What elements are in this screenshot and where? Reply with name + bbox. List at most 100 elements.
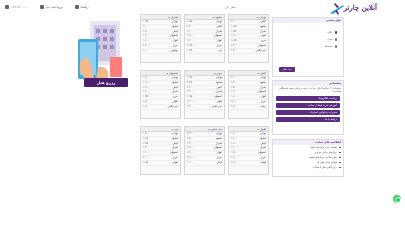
destination-city: اهواز bbox=[260, 95, 266, 99]
price-value: ۱،۶۰۰ bbox=[143, 39, 150, 43]
destination-city: تهران bbox=[216, 20, 222, 23]
price-value: ۱،۹۵۰ bbox=[143, 20, 150, 23]
price-value: ۱،۶۵۰ bbox=[187, 76, 194, 79]
radio-icon[interactable] bbox=[334, 45, 337, 48]
destination-city: شیراز bbox=[215, 141, 222, 145]
destination-city: تبریز bbox=[172, 43, 178, 47]
ticket-guide-button[interactable]: آموزش خرید بلیط از سایت bbox=[276, 102, 340, 108]
help-link[interactable]: راهنما bbox=[74, 5, 88, 9]
price-value: ۱،۹۰۰ bbox=[231, 90, 238, 94]
price-value: ۱،۷۵۰ bbox=[143, 136, 150, 140]
price-value: ۲،۱۰۰ bbox=[231, 20, 238, 23]
price-value: ۲،۱۰۰ bbox=[143, 24, 150, 28]
destination-city: اهواز bbox=[216, 39, 222, 43]
table-row[interactable]: ۲،۵۰۰ رشت bbox=[229, 105, 268, 110]
destination-city: تهران bbox=[172, 20, 178, 23]
table-row[interactable]: ۱،۱۰۰ کیش bbox=[185, 161, 224, 166]
price-value: ۱،۱۰۰ bbox=[143, 151, 150, 155]
destination-city: اصفهان bbox=[169, 34, 178, 38]
price-value: ۱،۹۵۰ bbox=[231, 29, 238, 33]
destination-city: شیراز bbox=[259, 85, 266, 89]
price-value: ۲،۴۰۰ bbox=[231, 80, 238, 84]
price-table: یزد به ۱،۵۰۰ تهران ۱،۷۵۰ مشهد ۱،۹۵۰ کیش ۱،۴۰۰ شی… bbox=[140, 126, 181, 175]
destination-city: شیراز bbox=[259, 146, 266, 150]
help-icon bbox=[74, 5, 79, 9]
destination-city: شیراز bbox=[171, 146, 178, 150]
poll-option[interactable]: عالی bbox=[273, 29, 343, 36]
destination-city: تبریز bbox=[260, 39, 266, 43]
destination-city: اصفهان bbox=[169, 151, 178, 155]
price-table: اهواز به ۱،۷۰۰ تهران ۲،۲۰۰ مشهد ۱،۸۰۰ کیش ۱،۶۰۰… bbox=[228, 126, 269, 175]
destination-city: مشهد bbox=[259, 136, 266, 140]
price-value: ۱،۸۵۰ bbox=[143, 160, 150, 164]
charter-price-tables: تهران به ۲،۱۰۰ کیش ۱،۸۵۰ مشهد ۱،۹۵۰ شیراز ۱،۷۰۰… bbox=[140, 14, 270, 180]
table-row[interactable]: ۱،۱۰۰ بوشهر bbox=[141, 49, 180, 54]
contact-button[interactable]: ارتباط با ما bbox=[276, 116, 340, 122]
site-logo[interactable]: آنلاین چارتر bbox=[329, 2, 377, 16]
payment-button[interactable]: پرداخت الکترونیک bbox=[276, 95, 340, 101]
destination-city: کیش bbox=[172, 85, 178, 89]
destination-city: اهواز bbox=[172, 39, 178, 43]
price-table: اصفهان به ۱،۴۰۰ تهران ۱،۹۰۰ مشهد ۱،۹۰۰ کیش ۱،۲۰… bbox=[140, 70, 181, 119]
price-value: ۱،۹۵۰ bbox=[187, 95, 194, 99]
price-value: ۱،۹۰۰ bbox=[143, 80, 150, 84]
table-row[interactable]: ۱،۸۵۰ اهواز bbox=[141, 161, 180, 166]
login-link[interactable]: ورود/ثبت نام bbox=[39, 5, 63, 9]
news-box: اطلاعیه های سایت تخفیف ویژه پروازهای کیش… bbox=[272, 139, 344, 177]
table-row[interactable]: ۲،۳۰۰ بندرعباس bbox=[229, 49, 268, 54]
radio-icon[interactable] bbox=[334, 31, 337, 34]
price-value: ۲،۲۰۰ bbox=[231, 136, 238, 140]
destination-city: تبریز bbox=[260, 99, 266, 103]
header-tagline: سفر کن bbox=[225, 5, 236, 9]
table-row[interactable]: ۲،۷۰۰ بندرعباس bbox=[185, 105, 224, 110]
price-table: بندرعباس به ۲،۳۰۰ تهران ۲،۵۰۰ مشهد ۱،۳۰۰ شیراز… bbox=[184, 126, 225, 175]
destination-city: شیراز bbox=[259, 29, 266, 33]
destination-city: مشهد bbox=[259, 80, 266, 84]
poll-submit-button[interactable]: ثبت نظر bbox=[279, 67, 295, 72]
price-value: ۱،۹۰۰ bbox=[143, 85, 150, 89]
phone-link[interactable]: ۰۲۱-۹۱۰۰۰۰ bbox=[5, 5, 28, 9]
price-value: ۲،۳۵۰ bbox=[187, 80, 194, 84]
price-value: ۱،۱۰۰ bbox=[187, 160, 194, 164]
price-value: ۱،۹۰۰ bbox=[187, 34, 194, 38]
price-value: ۱،۷۰۰ bbox=[231, 132, 238, 135]
price-value: ۱،۴۰۰ bbox=[143, 146, 150, 150]
right-sidebar: نظر سنجی عالی خوب متوسط ثبت نظر پشتیبانی… bbox=[272, 17, 344, 192]
destination-city: مشهد bbox=[215, 136, 222, 140]
radio-icon[interactable] bbox=[334, 38, 337, 41]
price-value: ۲،۲۰۰ bbox=[187, 39, 194, 43]
price-value: ۱،۸۵۰ bbox=[187, 20, 194, 23]
refund-rules-button[interactable]: مقررات و قوانین استرداد bbox=[276, 109, 340, 115]
destination-city: اصفهان bbox=[213, 34, 222, 38]
price-value: ۲،۶۰۰ bbox=[187, 85, 194, 89]
destination-city: اصفهان bbox=[213, 146, 222, 150]
destination-city: کیش bbox=[216, 24, 222, 28]
destination-city: کیش bbox=[260, 141, 266, 145]
price-value: ۲،۲۰۰ bbox=[231, 155, 238, 159]
price-value: ۲،۳۰۰ bbox=[187, 132, 194, 135]
destination-city: بندرعباس bbox=[255, 48, 266, 52]
destination-city: تهران bbox=[260, 76, 266, 79]
destination-city: اهواز bbox=[172, 160, 178, 164]
destination-city: کیش bbox=[216, 160, 222, 164]
destination-city: اصفهان bbox=[257, 43, 266, 47]
destination-city: کیش bbox=[172, 141, 178, 145]
table-row[interactable]: ۱،۷۵۰ یزد bbox=[185, 49, 224, 54]
destination-city: تبریز bbox=[216, 43, 222, 47]
price-value: ۱،۷۰۰ bbox=[231, 34, 238, 38]
logo-text: آنلاین چارتر bbox=[343, 3, 377, 12]
table-row[interactable]: ۱،۹۰۰ قشم bbox=[229, 161, 268, 166]
price-table: مشهد به ۱،۸۵۰ تهران ۲،۴۰۰ کیش ۲،۱۰۰ شیراز ۱،۹۰۰… bbox=[184, 14, 225, 63]
news-item[interactable]: رزرو آنلاین هتل ۵ ستاره bbox=[273, 165, 343, 170]
price-value: ۲،۳۵۰ bbox=[187, 43, 194, 47]
hotel-reserve-button[interactable]: رزرو هتل bbox=[84, 78, 128, 87]
poll-option[interactable]: خوب bbox=[273, 36, 343, 43]
poll-option[interactable]: متوسط bbox=[273, 43, 343, 50]
price-value: ۱،۴۰۰ bbox=[231, 43, 238, 47]
table-row[interactable]: ۱،۸۰۰ بندرعباس bbox=[141, 105, 180, 110]
whatsapp-chat-icon[interactable] bbox=[393, 195, 401, 203]
price-value: ۱،۲۰۰ bbox=[143, 34, 150, 38]
destination-city: کیش bbox=[260, 20, 266, 23]
price-value: ۲،۷۰۰ bbox=[187, 155, 194, 159]
price-value: ۱،۹۰۰ bbox=[187, 151, 194, 155]
